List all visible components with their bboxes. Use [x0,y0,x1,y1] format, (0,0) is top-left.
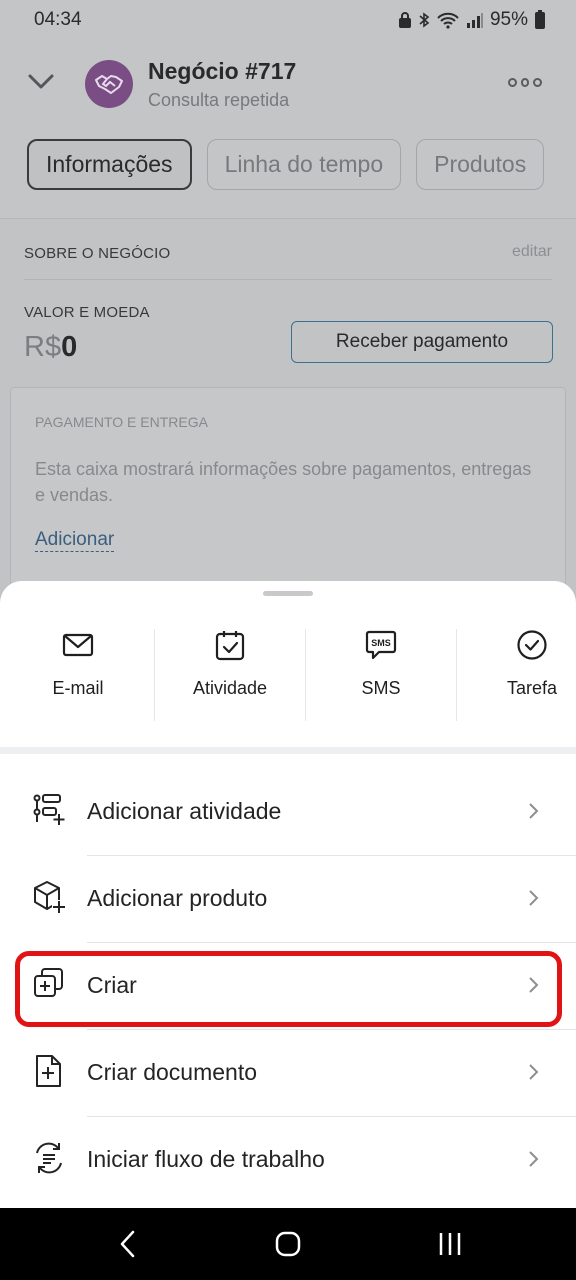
signal-icon [466,13,483,28]
deal-title: Negócio #717 [148,58,297,84]
task-check-icon [517,630,547,660]
quick-action-email[interactable]: E-mail [2,629,154,721]
recent-apps-icon [439,1233,461,1255]
sms-icon: SMS [365,630,397,660]
deal-value: R$0 [24,331,77,364]
more-dot-icon [520,77,530,87]
chevron-down-icon [28,74,54,89]
back-icon [120,1230,135,1258]
tab-produtos[interactable]: Produtos [416,139,545,190]
create-copy-icon [34,968,63,997]
action-bottom-sheet: E-mail Atividade SMS SMS Tarefa Adiciona… [0,581,576,1208]
chevron-right-icon [529,803,539,819]
home-button[interactable] [268,1228,308,1260]
system-nav-bar [0,1208,576,1280]
quick-action-label: E-mail [52,678,104,698]
svg-text:SMS: SMS [371,638,391,648]
battery-icon [535,10,545,29]
menu-item-label: Criar [87,972,137,998]
activity-checkbox-icon [215,631,245,661]
edit-link[interactable]: editar [512,243,552,261]
deal-amount: 0 [61,331,78,363]
add-payment-link[interactable]: Adicionar [35,529,115,552]
menu-item-label: Criar documento [87,1059,258,1085]
status-bar: 04:34 95% [0,0,576,40]
chevron-right-icon [529,890,539,906]
more-dot-icon [533,77,543,87]
mail-icon [62,633,94,657]
deal-header: Negócio #717 Consulta repetida [0,44,576,124]
collapse-button[interactable] [26,70,56,94]
back-button[interactable] [108,1228,148,1260]
currency-symbol: R$ [24,331,62,363]
quick-action-label: SMS [361,678,401,698]
status-time: 04:34 [34,9,82,30]
menu-item-start-workflow[interactable]: Iniciar fluxo de trabalho [0,1117,576,1204]
quick-action-divider [456,629,457,721]
quick-action-divider [154,629,155,721]
more-options-button[interactable] [508,74,543,90]
quick-action-activity[interactable]: Atividade [154,629,306,721]
menu-item-label: Adicionar produto [87,885,268,911]
quick-actions-row: E-mail Atividade SMS SMS Tarefa [0,629,576,721]
quick-action-label: Tarefa [506,678,558,698]
payment-box-title: PAGAMENTO E ENTREGA [35,414,208,430]
section-separator [0,747,576,754]
workflow-icon [36,1142,62,1174]
create-document-icon [36,1055,61,1087]
tab-linha-do-tempo[interactable]: Linha do tempo [206,139,402,190]
tab-informacoes[interactable]: Informações [27,139,192,190]
wifi-icon [437,12,459,29]
quick-action-divider [305,629,306,721]
quick-action-sms[interactable]: SMS SMS [305,629,457,721]
about-section-title: SOBRE O NEGÓCIO [24,245,171,262]
about-deal-card: SOBRE O NEGÓCIO editar VALOR E MOEDA R$0… [0,218,576,627]
deal-subtitle: Consulta repetida [148,90,290,110]
add-activity-icon [33,794,65,825]
receive-payment-button[interactable]: Receber pagamento [291,321,553,363]
add-product-icon [34,881,66,914]
menu-item-label: Iniciar fluxo de trabalho [87,1146,325,1172]
deal-avatar [85,60,133,108]
menu-item-add-product[interactable]: Adicionar produto [0,856,576,943]
menu-item-create-document[interactable]: Criar documento [0,1030,576,1117]
menu-item-add-activity[interactable]: Adicionar atividade [0,769,576,856]
bluetooth-icon [419,12,430,28]
handshake-icon [95,75,123,94]
quick-action-task[interactable]: Tarefa [456,629,576,721]
sheet-drag-handle[interactable] [263,591,313,596]
recent-apps-button[interactable] [430,1228,470,1260]
menu-item-label: Adicionar atividade [87,798,282,824]
more-dot-icon [508,77,517,87]
tab-bar: Informações Linha do tempo Produtos [27,139,545,190]
home-icon [275,1231,301,1257]
dimmed-background: 04:34 95% Negócio #717 Consulta repetida… [0,0,576,627]
payment-box-description: Esta caixa mostrará informações sobre pa… [35,459,532,505]
battery-percent: 95% [489,9,528,30]
menu-item-create[interactable]: Criar [0,943,576,1030]
chevron-right-icon [529,1064,539,1080]
chevron-right-icon [529,1151,539,1167]
lock-icon [398,12,411,28]
value-label: VALOR E MOEDA [24,304,150,321]
status-icons: 95% [398,9,546,31]
quick-action-label: Atividade [192,678,268,698]
chevron-right-icon [529,977,539,993]
divider [24,279,552,280]
